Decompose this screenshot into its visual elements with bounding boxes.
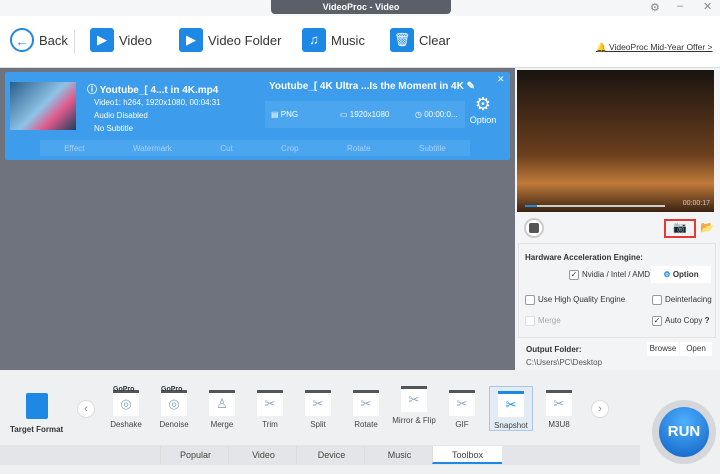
tool-split[interactable]: ✂ Split [296, 390, 340, 429]
divider [74, 30, 75, 54]
tool-mirror-flip[interactable]: ✂ Mirror & Flip [392, 386, 436, 425]
remove-item-icon[interactable]: ✕ [497, 74, 505, 85]
offer-label: VideoProc Mid-Year Offer > [608, 42, 713, 52]
hw-vendor-checkbox[interactable]: ✓ Nvidia / Intel / AMD [569, 270, 650, 280]
crop-button[interactable]: Crop [281, 144, 298, 153]
watermark-button[interactable]: Watermark [133, 144, 172, 153]
tools-icon: ✂ [449, 390, 475, 416]
merge-icon: ♙ [209, 390, 235, 416]
gopro-label: GoPro [113, 386, 135, 393]
scroll-right-button[interactable]: › [591, 400, 609, 418]
codec-option-button[interactable]: ⚙ Option [468, 94, 498, 125]
tab-video[interactable]: Video [228, 446, 298, 464]
toolbar: ← Back ▶ Video ▶ Video Folder ♫ Music 🗑 Clear… [0, 16, 720, 68]
tab-music[interactable]: Music [364, 446, 434, 464]
trash-icon: 🗑 [390, 28, 414, 52]
tab-popular[interactable]: Popular [160, 446, 230, 464]
hw-accel-title: Hardware Acceleration Engine: [525, 253, 643, 262]
add-music-button[interactable]: ♫ Music [302, 28, 365, 52]
edit-tools-bar: Effect Watermark Cut Crop Rotate Subtitl… [40, 140, 470, 156]
format-icon: ▤ PNG [271, 110, 299, 119]
help-icon: ? [704, 316, 710, 326]
tool-rotate[interactable]: ✂ Rotate [344, 390, 388, 429]
gopro-label: GoPro [161, 386, 183, 393]
gopro-deshake-icon: ◎ [113, 390, 139, 416]
minimize-button[interactable]: – [677, 0, 683, 12]
video-thumbnail[interactable] [10, 82, 76, 130]
resolution: ▭ 1920x1080 [340, 110, 390, 119]
seek-bar[interactable] [525, 205, 665, 207]
settings-icon[interactable]: ⚙ [650, 1, 660, 14]
output-info: ▤ PNG ▭ 1920x1080 ◷ 00:00:0... [265, 101, 465, 128]
video-add-icon: ▶ [90, 28, 114, 52]
tools-icon: ✂ [353, 390, 379, 416]
tools-icon: ✂ [546, 390, 572, 416]
open-button[interactable]: Open [680, 342, 712, 356]
deinterlacing-checkbox[interactable]: Deinterlacing [652, 295, 712, 305]
stop-icon [529, 223, 539, 233]
tools-icon: ✂ [257, 390, 283, 416]
hw-option-button[interactable]: ⚙ Option [651, 266, 711, 283]
music-label: Music [331, 32, 365, 48]
video-folder-label: Video Folder [208, 32, 282, 48]
offer-link[interactable]: 🔔 VideoProc Mid-Year Offer > [596, 42, 713, 53]
video-preview[interactable]: 00:00:17 [517, 70, 714, 212]
settings-box: Hardware Acceleration Engine: ✓ Nvidia / … [518, 243, 716, 338]
bell-icon: 🔔 [596, 42, 609, 52]
output-path: C:\Users\PC\Desktop [526, 358, 603, 367]
stop-button[interactable] [524, 218, 544, 238]
source-filename: ⓘ Youtube_[ 4...t in 4K.mp4 [87, 85, 219, 96]
video-track-select[interactable]: Video1: h264, 1920x1080, 00:04:31 [94, 98, 221, 107]
close-button[interactable]: ✕ [703, 0, 712, 13]
output-folder-label: Output Folder: [526, 345, 582, 354]
tool-denoise[interactable]: ◎ Denoise [152, 390, 196, 429]
video-label: Video [119, 32, 153, 48]
codec-gear-icon: ⚙ [474, 94, 492, 114]
add-video-folder-button[interactable]: ▶ Video Folder [179, 28, 281, 52]
tool-gif[interactable]: ✂ GIF [440, 390, 484, 429]
tool-m3u8[interactable]: ✂ M3U8 [537, 390, 581, 429]
merge-checkbox[interactable]: Merge [525, 316, 561, 326]
snapshot-tool-icon: ✂ [498, 391, 524, 417]
target-format-button[interactable]: Target Format [10, 393, 63, 434]
output-filename[interactable]: Youtube_[ 4K Ultra ...Is the Moment in 4… [269, 81, 475, 92]
preview-time: 00:00:17 [682, 200, 710, 207]
back-label: Back [39, 32, 68, 48]
clear-button[interactable]: 🗑 Clear [390, 28, 450, 52]
gopro-denoise-icon: ◎ [161, 390, 187, 416]
duration: ◷ 00:00:0... [415, 110, 458, 119]
tool-trim[interactable]: ✂ Trim [248, 390, 292, 429]
browse-button[interactable]: Browse [647, 342, 679, 356]
scroll-left-button[interactable]: ‹ [77, 400, 95, 418]
run-button[interactable]: RUN [659, 407, 709, 457]
tools-icon: ✂ [305, 390, 331, 416]
video-item-card[interactable]: ⓘ Youtube_[ 4...t in 4K.mp4 Video1: h264… [5, 72, 510, 160]
tool-deshake[interactable]: ◎ Deshake [104, 390, 148, 429]
subtitle-button[interactable]: Subtitle [419, 144, 446, 153]
audio-track-select[interactable]: Audio Disabled [94, 111, 148, 120]
target-format-icon [25, 393, 48, 419]
tab-device[interactable]: Device [296, 446, 366, 464]
snapshot-camera-button[interactable]: 📷 [664, 219, 696, 238]
tool-merge[interactable]: ♙ Merge [200, 390, 244, 429]
clear-label: Clear [419, 32, 451, 48]
back-arrow-icon: ← [10, 28, 34, 52]
tools-icon: ✂ [401, 386, 427, 412]
back-button[interactable]: ← Back [10, 28, 68, 52]
auto-copy-checkbox[interactable]: ✓ Auto Copy ? [652, 316, 709, 326]
music-add-icon: ♫ [302, 28, 326, 52]
codec-option-label: Option [469, 115, 497, 125]
effect-button[interactable]: Effect [64, 144, 84, 153]
add-video-button[interactable]: ▶ Video [90, 28, 152, 52]
folder-add-icon: ▶ [179, 28, 203, 52]
rotate-button[interactable]: Rotate [347, 144, 371, 153]
tab-toolbox[interactable]: Toolbox [432, 446, 502, 464]
window-title: VideoProc - Video [271, 0, 451, 14]
subtitle-select[interactable]: No Subtitle [94, 124, 133, 133]
open-folder-icon[interactable]: 📂 [700, 221, 714, 234]
tool-snapshot-selected[interactable]: ✂ Snapshot [489, 386, 533, 431]
cut-button[interactable]: Cut [220, 144, 232, 153]
high-quality-checkbox[interactable]: Use High Quality Engine [525, 295, 625, 305]
